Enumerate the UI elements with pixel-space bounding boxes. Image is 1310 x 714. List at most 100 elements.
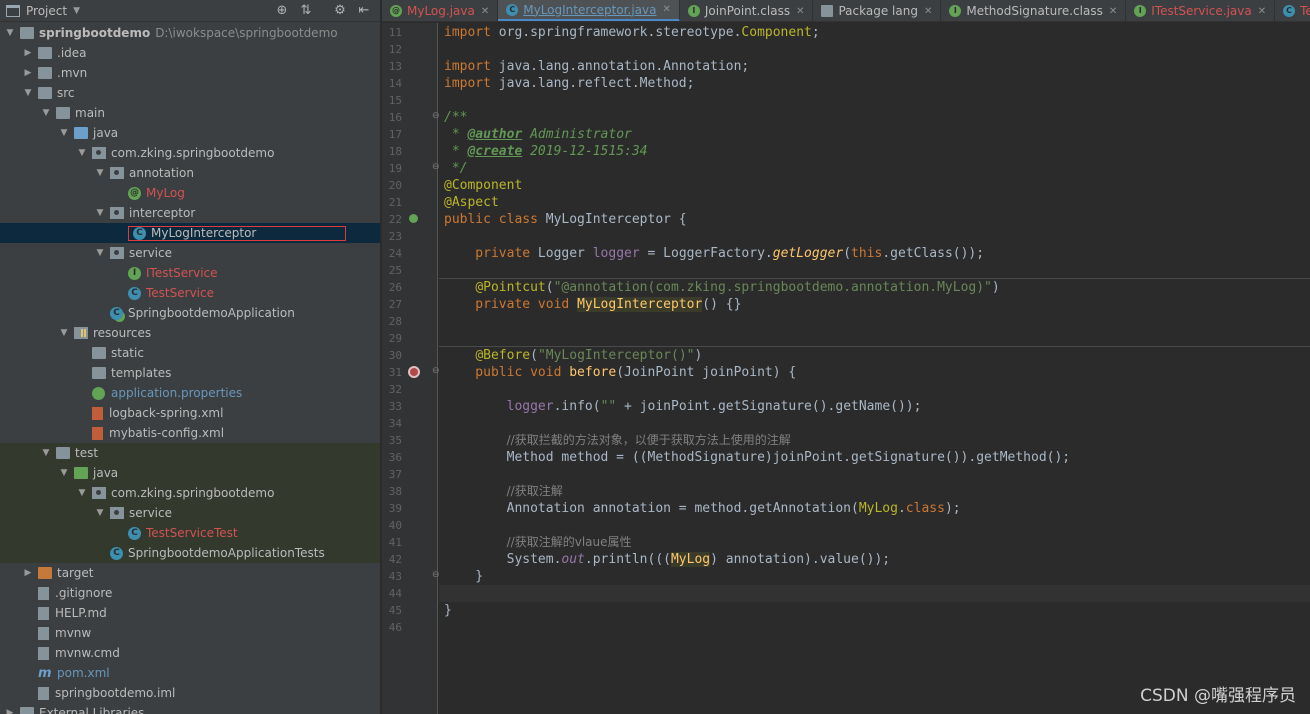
expanded-arrow-icon[interactable]: ▼ — [76, 148, 88, 158]
expanded-arrow-icon[interactable]: ▼ — [76, 488, 88, 498]
tree-item[interactable]: ▼ src — [0, 83, 380, 103]
code-line[interactable]: //获取拦截的方法对象，以便于获取方法上使用的注解 — [444, 432, 791, 449]
tree-item[interactable]: ▶static — [0, 343, 380, 363]
locate-icon[interactable]: ⊕ — [274, 3, 290, 19]
code-line[interactable]: import java.lang.reflect.Method; — [444, 75, 694, 92]
tree-item[interactable]: ▼ resources — [0, 323, 380, 343]
tree-item[interactable]: ▼ com.zking.springbootdemo — [0, 483, 380, 503]
tree-item[interactable]: ▶IITestService — [0, 263, 380, 283]
tree-item[interactable]: ▼ service — [0, 503, 380, 523]
code-token: "" — [600, 399, 617, 414]
tree-item[interactable]: ▶ .mvn — [0, 63, 380, 83]
tree-item[interactable]: ▶application.properties — [0, 383, 380, 403]
code-line[interactable]: import java.lang.annotation.Annotation; — [444, 58, 749, 75]
expanded-arrow-icon[interactable]: ▼ — [94, 248, 106, 258]
tree-item[interactable]: ▶logback-spring.xml — [0, 403, 380, 423]
code-line[interactable]: @Aspect — [444, 194, 499, 211]
close-icon[interactable]: ✕ — [1258, 6, 1266, 17]
tree-item[interactable]: ▶HELP.md — [0, 603, 380, 623]
tree-item[interactable]: ▶templates — [0, 363, 380, 383]
tree-item[interactable]: ▼ main — [0, 103, 380, 123]
collapsed-arrow-icon[interactable]: ▶ — [22, 48, 34, 58]
code-line[interactable]: @Component — [444, 177, 522, 194]
expanded-arrow-icon[interactable]: ▼ — [22, 88, 34, 98]
tree-item[interactable]: ▶CTestService — [0, 283, 380, 303]
collapsed-arrow-icon[interactable]: ▶ — [22, 68, 34, 78]
hide-icon[interactable]: ⇤ — [356, 3, 372, 19]
code-line[interactable]: * @create 2019-12-1515:34 — [444, 143, 648, 160]
code-token: @create — [467, 144, 523, 159]
expanded-arrow-icon[interactable]: ▼ — [40, 108, 52, 118]
code-line[interactable]: import org.springframework.stereotype.Co… — [444, 24, 820, 41]
expanded-arrow-icon[interactable]: ▼ — [58, 328, 70, 338]
tree-item[interactable]: ▶mpom.xml — [0, 663, 380, 683]
expanded-arrow-icon[interactable]: ▼ — [94, 508, 106, 518]
code-line[interactable]: //获取注解 — [444, 483, 563, 500]
code-line[interactable]: logger.info("" + joinPoint.getSignature(… — [444, 398, 922, 415]
close-icon[interactable]: ✕ — [796, 6, 804, 17]
collapsed-arrow-icon[interactable]: ▶ — [22, 568, 34, 578]
editor-tab[interactable]: I ITestService.java ✕ — [1126, 0, 1276, 21]
tree-item[interactable]: ▼ annotation — [0, 163, 380, 183]
gear-icon[interactable]: ⚙ — [332, 3, 348, 19]
code-line[interactable]: } — [444, 602, 452, 619]
code-line[interactable]: public class MyLogInterceptor { — [444, 211, 687, 228]
code-line[interactable]: } — [444, 568, 483, 585]
editor-tab[interactable]: CTestService.java✕ — [1275, 0, 1310, 21]
tree-item[interactable]: ▼ service — [0, 243, 380, 263]
code-line[interactable]: */ — [444, 160, 468, 177]
close-icon[interactable]: ✕ — [481, 6, 489, 17]
tree-item[interactable]: ▶ .idea — [0, 43, 380, 63]
expanded-arrow-icon[interactable]: ▼ — [58, 128, 70, 138]
code-line[interactable]: public void before(JoinPoint joinPoint) … — [444, 364, 796, 381]
tree-item[interactable]: ▶.gitignore — [0, 583, 380, 603]
collapse-icon[interactable]: ⇅ — [298, 3, 314, 19]
tree-item[interactable]: ▶ target — [0, 563, 380, 583]
expanded-arrow-icon[interactable]: ▼ — [40, 448, 52, 458]
code-line[interactable]: //获取注解的vlaue属性 — [444, 534, 632, 551]
tree-item[interactable]: ▶mvnw.cmd — [0, 643, 380, 663]
tree-item[interactable]: ▶CTestServiceTest — [0, 523, 380, 543]
editor-tab[interactable]: Package lang ✕ — [813, 0, 942, 21]
code-line[interactable]: @Pointcut("@annotation(com.zking.springb… — [444, 279, 999, 296]
code-line[interactable]: Annotation annotation = method.getAnnota… — [444, 500, 961, 517]
tree-item[interactable]: ▼ test — [0, 443, 380, 463]
tree-item[interactable]: ▶springbootdemo.iml — [0, 683, 380, 703]
tree-item[interactable]: ▼ springbootdemo D:\iwokspace\springbootde… — [0, 23, 380, 43]
advice-icon[interactable] — [408, 366, 420, 378]
tree-item[interactable]: ▶@MyLog — [0, 183, 380, 203]
close-icon[interactable]: ✕ — [924, 6, 932, 17]
editor-tab[interactable]: C MyLogInterceptor.java ✕ — [498, 0, 680, 21]
code-editor[interactable]: import org.springframework.stereotype.Co… — [439, 23, 1310, 714]
editor-tab[interactable]: I MethodSignature.class ✕ — [941, 0, 1127, 21]
tree-item[interactable]: ▶ External Libraries — [0, 703, 380, 714]
close-icon[interactable]: ✕ — [1109, 6, 1117, 17]
code-line[interactable]: private Logger logger = LoggerFactory.ge… — [444, 245, 984, 262]
tree-item[interactable]: ▶CSpringbootdemoApplication — [0, 303, 380, 323]
code-line[interactable]: * @author Administrator — [444, 126, 632, 143]
tree-item[interactable]: ▶mvnw — [0, 623, 380, 643]
code-line[interactable]: private void MyLogInterceptor() {} — [444, 296, 741, 313]
bean-icon[interactable] — [409, 214, 418, 223]
tree-item[interactable]: ▼ com.zking.springbootdemo — [0, 143, 380, 163]
code-line[interactable]: System.out.println(((MyLog) annotation).… — [444, 551, 890, 568]
close-icon[interactable]: ✕ — [662, 4, 670, 15]
collapsed-arrow-icon[interactable]: ▶ — [4, 708, 16, 714]
editor-tab[interactable]: I JoinPoint.class ✕ — [680, 0, 814, 21]
tree-item[interactable]: ▼ java — [0, 123, 380, 143]
tree-item[interactable]: ▼ interceptor — [0, 203, 380, 223]
expanded-arrow-icon[interactable]: ▼ — [4, 28, 16, 38]
tree-item[interactable]: ▼ java — [0, 463, 380, 483]
code-line[interactable]: Method method = ((MethodSignature)joinPo… — [444, 449, 1071, 466]
tree-item[interactable]: ▶mybatis-config.xml — [0, 423, 380, 443]
tree-item[interactable]: ▶CMyLogInterceptor — [0, 223, 380, 243]
expanded-arrow-icon[interactable]: ▼ — [94, 208, 106, 218]
tree-item[interactable]: ▶CSpringbootdemoApplicationTests — [0, 543, 380, 563]
code-line[interactable]: @Before("MyLogInterceptor()") — [444, 347, 702, 364]
project-title[interactable]: Project — [26, 4, 67, 18]
expanded-arrow-icon[interactable]: ▼ — [94, 168, 106, 178]
code-line[interactable]: /** — [444, 109, 467, 126]
expanded-arrow-icon[interactable]: ▼ — [58, 468, 70, 478]
chevron-down-icon[interactable]: ▼ — [73, 6, 80, 16]
editor-tab[interactable]: @ MyLog.java ✕ — [382, 0, 499, 21]
